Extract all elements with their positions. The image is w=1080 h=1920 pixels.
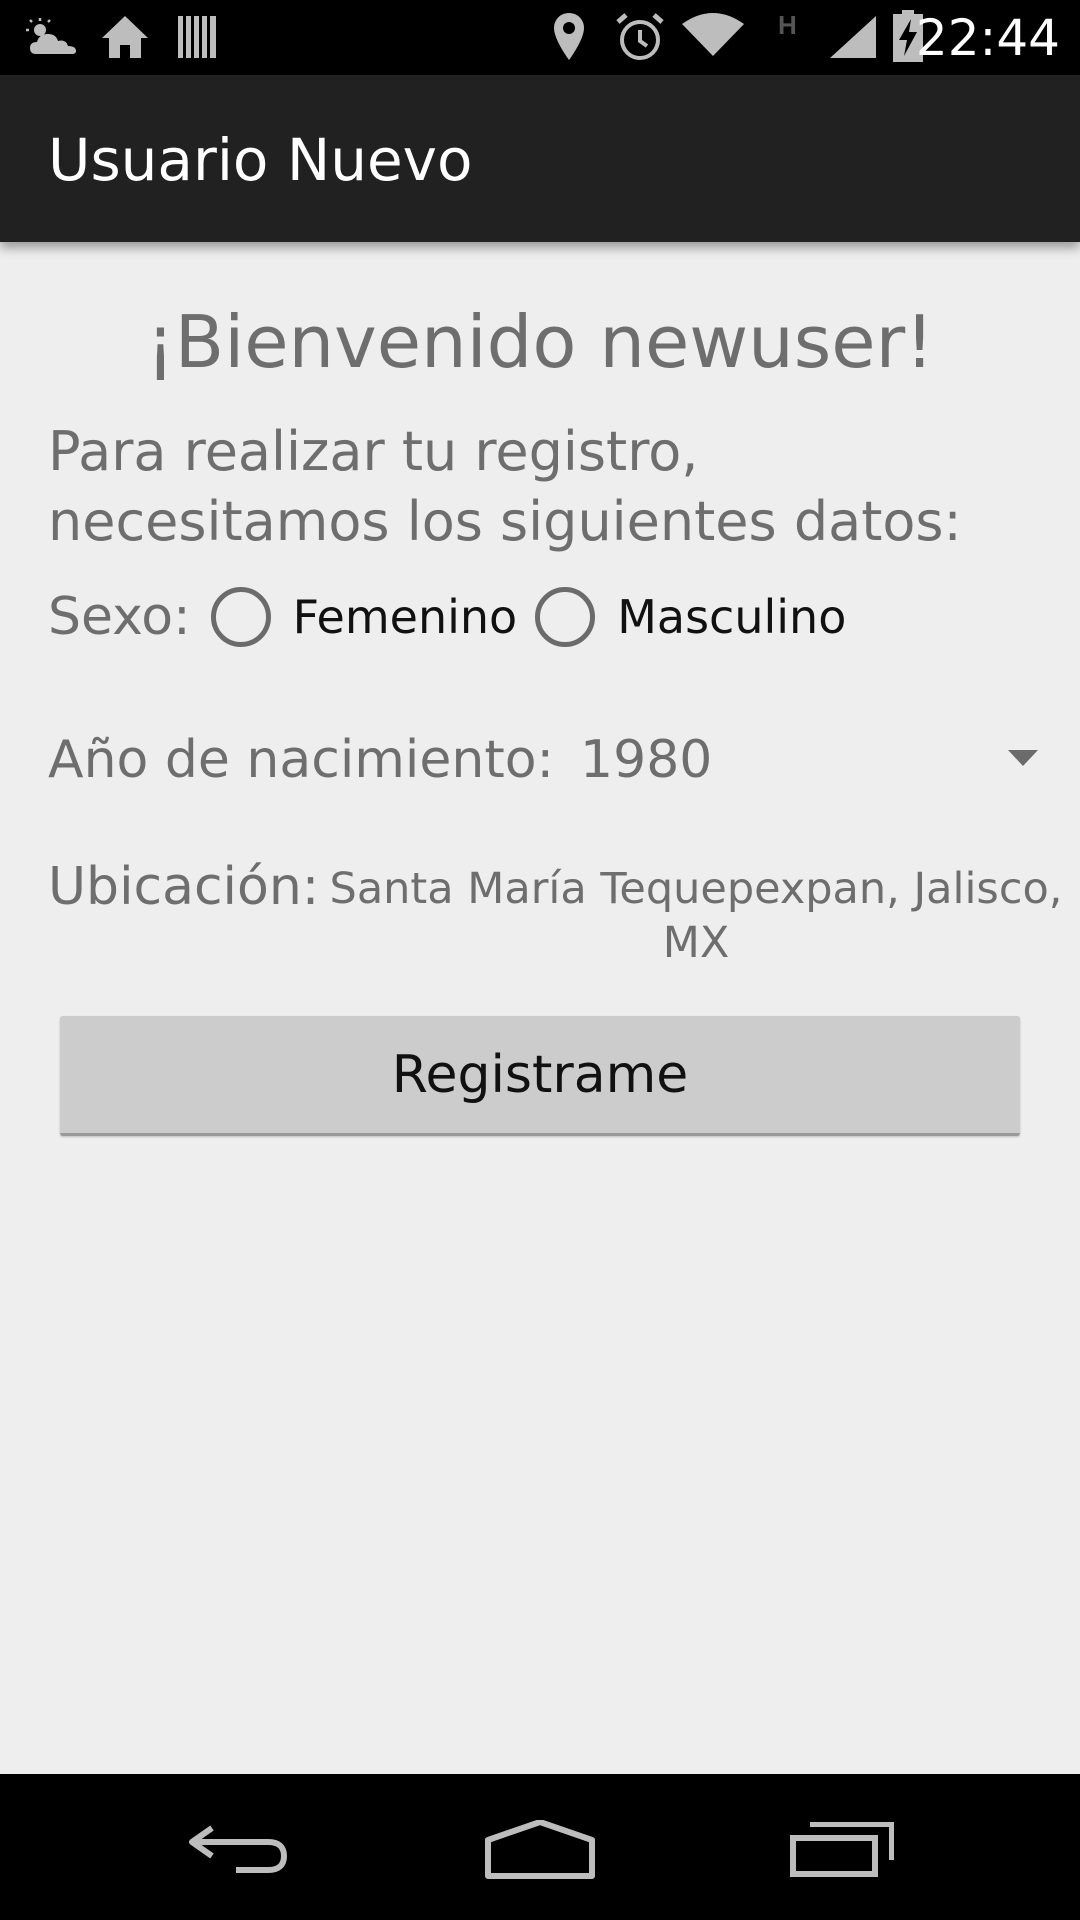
location-icon (554, 13, 584, 60)
barcode-icon (178, 16, 216, 58)
birth-year-spinner[interactable]: 1980 (580, 730, 1038, 790)
register-button[interactable]: Registrame (60, 1016, 1020, 1136)
back-icon[interactable] (188, 1820, 292, 1876)
navigation-bar (0, 1774, 1080, 1920)
radio-label-femenino[interactable]: Femenino (293, 590, 518, 644)
clock: 22:44 (915, 9, 1060, 67)
recent-apps-icon[interactable] (790, 1822, 894, 1878)
welcome-heading: ¡Bienvenido newuser! (145, 300, 935, 384)
sex-row: Sexo: Femenino Masculino (48, 582, 864, 652)
radio-masculino[interactable]: Masculino (535, 587, 846, 647)
registration-form: ¡Bienvenido newuser! Para realizar tu re… (0, 242, 1080, 1774)
sex-label: Sexo: (48, 587, 191, 647)
radio-label-masculino[interactable]: Masculino (617, 590, 846, 644)
app-bar: Usuario Nuevo (0, 75, 1080, 242)
radio-button-icon[interactable] (210, 587, 271, 647)
birth-year-row: Año de nacimiento: 1980 (48, 720, 1038, 800)
radio-femenino[interactable]: Femenino (210, 587, 518, 647)
location-value: Santa María Tequepexpan, Jalisco, MX (329, 864, 1063, 968)
hspa-icon: H (778, 10, 797, 40)
intro-text: Para realizar tu registro, necesitamos l… (48, 420, 962, 553)
status-bar: H 22:44 (0, 0, 1080, 75)
wifi-icon (682, 13, 744, 56)
app-title: Usuario Nuevo (48, 126, 473, 194)
weather-icon (26, 18, 76, 54)
home-icon (102, 16, 148, 58)
birth-year-label: Año de nacimiento: (48, 730, 555, 790)
radio-button-icon[interactable] (535, 587, 596, 647)
home-icon[interactable] (484, 1820, 596, 1880)
signal-icon (830, 16, 876, 58)
dropdown-arrow-icon[interactable] (1008, 748, 1038, 768)
location-label: Ubicación: (48, 857, 320, 917)
alarm-icon (616, 13, 664, 60)
